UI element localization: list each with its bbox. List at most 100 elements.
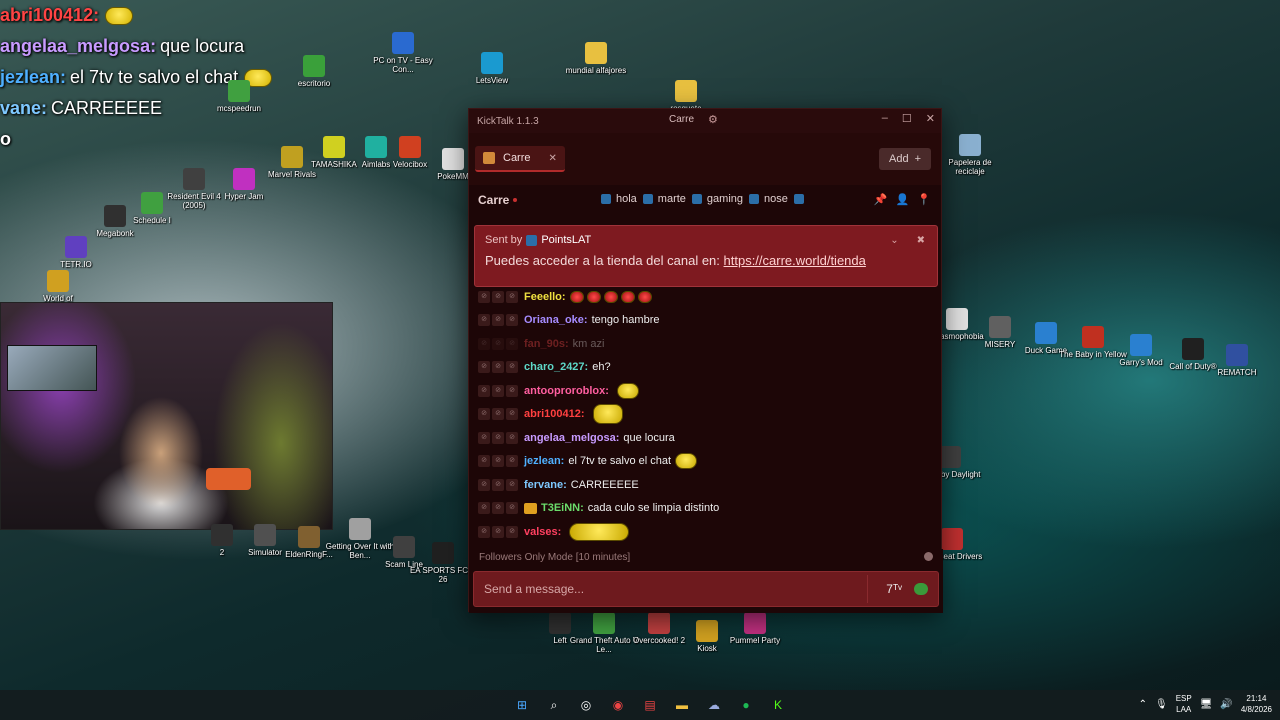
ban-icon[interactable]: ⊘ (478, 290, 490, 303)
chat-message[interactable]: ⊘ ⊘ ⊘ valses: (478, 520, 934, 544)
channel-link[interactable]: hola (601, 193, 637, 205)
gear-icon[interactable]: ⚙ (708, 113, 718, 126)
desktop-icon[interactable]: Hyper Jam (208, 168, 280, 201)
windows-start-icon[interactable]: ⊞ (510, 693, 534, 717)
info-icon[interactable] (924, 552, 933, 561)
timeout-icon[interactable]: ⊘ (492, 361, 504, 374)
add-channel-button[interactable]: Add + (878, 148, 931, 170)
maximize-icon[interactable]: ☐ (902, 112, 912, 125)
desktop-icon[interactable]: Megabonk (79, 205, 151, 238)
ban-icon[interactable]: ⊘ (478, 314, 490, 327)
desktop-icon[interactable]: PC on TV - Easy Con... (367, 32, 439, 74)
ban-icon[interactable]: ⊘ (478, 455, 490, 468)
chat-username[interactable]: angelaa_melgosa: (524, 432, 619, 444)
chat-username[interactable]: jezlean: (524, 455, 564, 467)
title-bar[interactable]: KickTalk 1.1.3 Carre ⚙ – ☐ ✕ (469, 109, 941, 133)
chrome-icon[interactable]: ◉ (606, 693, 630, 717)
pinned-sender[interactable]: PointsLAT (541, 234, 591, 246)
desktop-icon[interactable]: Papelera de reciclaje (934, 134, 1006, 176)
desktop-icon[interactable]: mcspeedrun (203, 80, 275, 113)
timeout-icon[interactable]: ⊘ (492, 337, 504, 350)
timeout-icon[interactable]: ⊘ (492, 290, 504, 303)
pinned-message-icon[interactable]: 📍 (917, 193, 931, 206)
chat-username[interactable]: abri100412: (524, 408, 585, 420)
chat-message[interactable]: ⊘ ⊘ ⊘ Oriana_oke: tengo hambre (478, 309, 934, 333)
ban-icon[interactable]: ⊘ (478, 431, 490, 444)
delete-icon[interactable]: ⊘ (506, 455, 518, 468)
delete-icon[interactable]: ⊘ (506, 384, 518, 397)
chat-message[interactable]: ⊘ ⊘ ⊘ jezlean: el 7tv te salvo el chat (478, 450, 934, 474)
timeout-icon[interactable]: ⊘ (492, 502, 504, 515)
search-icon[interactable]: ⌕ (542, 693, 566, 717)
ban-icon[interactable]: ⊘ (478, 337, 490, 350)
pinned-link[interactable]: https://carre.world/tienda (724, 253, 866, 268)
chat-message[interactable]: ⊘ ⊘ ⊘ abri100412: (478, 403, 934, 427)
chevron-down-icon[interactable]: ⌄ (890, 235, 898, 246)
desktop-icon[interactable]: TETR.IO (40, 236, 112, 269)
kick-icon[interactable]: K (766, 693, 790, 717)
ban-icon[interactable]: ⊘ (478, 361, 490, 374)
chat-username[interactable]: Feeello: (524, 291, 566, 303)
language-indicator[interactable]: ESP LAA (1176, 693, 1192, 715)
message-input[interactable]: Send a message... 7ᵀᵛ (473, 571, 939, 607)
desktop-icon[interactable]: 2 (186, 524, 258, 557)
delete-icon[interactable]: ⊘ (506, 431, 518, 444)
delete-icon[interactable]: ⊘ (506, 314, 518, 327)
volume-icon[interactable]: 🔊 (1220, 699, 1232, 710)
timeout-icon[interactable]: ⊘ (492, 314, 504, 327)
chat-message[interactable]: ⊘ ⊘ ⊘ fan_90s: km azi (478, 332, 934, 356)
chevron-up-icon[interactable]: ⌃ (1139, 699, 1147, 710)
desktop-icon[interactable]: World of (22, 270, 94, 303)
chat-message[interactable]: ⊘ ⊘ ⊘ charo_2427: eh? (478, 356, 934, 380)
chat-message[interactable]: ⊘ ⊘ ⊘ antooproroblox: (478, 379, 934, 403)
close-icon[interactable]: ✕ (926, 112, 935, 125)
channel-link[interactable]: marte (642, 193, 686, 205)
current-channel-label[interactable]: Carre (669, 114, 694, 125)
chat-username[interactable]: Oriana_oke: (524, 314, 588, 326)
desktop-icon[interactable]: REMATCH (1201, 344, 1273, 377)
desktop-icon[interactable]: LetsView (456, 52, 528, 85)
delete-icon[interactable]: ⊘ (506, 361, 518, 374)
chat-username[interactable]: charo_2427: (524, 361, 588, 373)
ban-icon[interactable]: ⊘ (478, 478, 490, 491)
file-explorer-icon[interactable]: ▬ (670, 693, 694, 717)
chat-username[interactable]: T3EiNN: (541, 502, 584, 514)
emote-picker-icon[interactable] (914, 583, 928, 595)
minimize-icon[interactable]: – (882, 112, 888, 125)
obs-icon[interactable]: ◎ (574, 693, 598, 717)
timeout-icon[interactable]: ⊘ (492, 455, 504, 468)
desktop-icon[interactable]: escritorio (278, 55, 350, 88)
desktop-icon[interactable]: Pummel Party (719, 612, 791, 645)
ban-icon[interactable]: ⊘ (478, 384, 490, 397)
chat-username[interactable]: fervane: (524, 479, 567, 491)
delete-icon[interactable]: ⊘ (506, 478, 518, 491)
steam-icon[interactable]: ☁ (702, 693, 726, 717)
unpin-icon[interactable]: ✖ (917, 235, 925, 246)
delete-icon[interactable]: ⊘ (506, 290, 518, 303)
app-red-icon[interactable]: ▤ (638, 693, 662, 717)
chat-message[interactable]: ⊘ ⊘ ⊘ angelaa_melgosa: que locura (478, 426, 934, 450)
timeout-icon[interactable]: ⊘ (492, 408, 504, 421)
timeout-icon[interactable]: ⊘ (492, 384, 504, 397)
7tv-emote-icon[interactable]: 7ᵀᵛ (886, 582, 902, 596)
chat-message[interactable]: ⊘ ⊘ ⊘ fervane: CARREEEEE (478, 473, 934, 497)
user-icon[interactable]: 👤 (896, 193, 910, 206)
ban-icon[interactable]: ⊘ (478, 525, 490, 538)
chat-message[interactable]: ⊘ ⊘ ⊘ Feeello: (478, 285, 934, 309)
clock[interactable]: 21:14 4/8/2026 (1241, 693, 1272, 715)
pin-icon[interactable]: 📌 (874, 193, 888, 206)
delete-icon[interactable]: ⊘ (506, 525, 518, 538)
chat-username[interactable]: antooproroblox: (524, 385, 609, 397)
chat-message[interactable]: ⊘ ⊘ ⊘ T3EiNN: cada culo se limpia distinto (478, 497, 934, 521)
ban-icon[interactable]: ⊘ (478, 502, 490, 515)
tab-carre[interactable]: Carre ✕ (475, 146, 565, 172)
timeout-icon[interactable]: ⊘ (492, 431, 504, 444)
timeout-icon[interactable]: ⊘ (492, 525, 504, 538)
delete-icon[interactable]: ⊘ (506, 337, 518, 350)
desktop-icon[interactable]: mundial alfajores (560, 42, 632, 75)
channel-link[interactable]: gaming (691, 193, 743, 205)
channel-link[interactable]: nose (749, 193, 788, 205)
close-tab-icon[interactable]: ✕ (549, 153, 557, 164)
timeout-icon[interactable]: ⊘ (492, 478, 504, 491)
delete-icon[interactable]: ⊘ (506, 408, 518, 421)
